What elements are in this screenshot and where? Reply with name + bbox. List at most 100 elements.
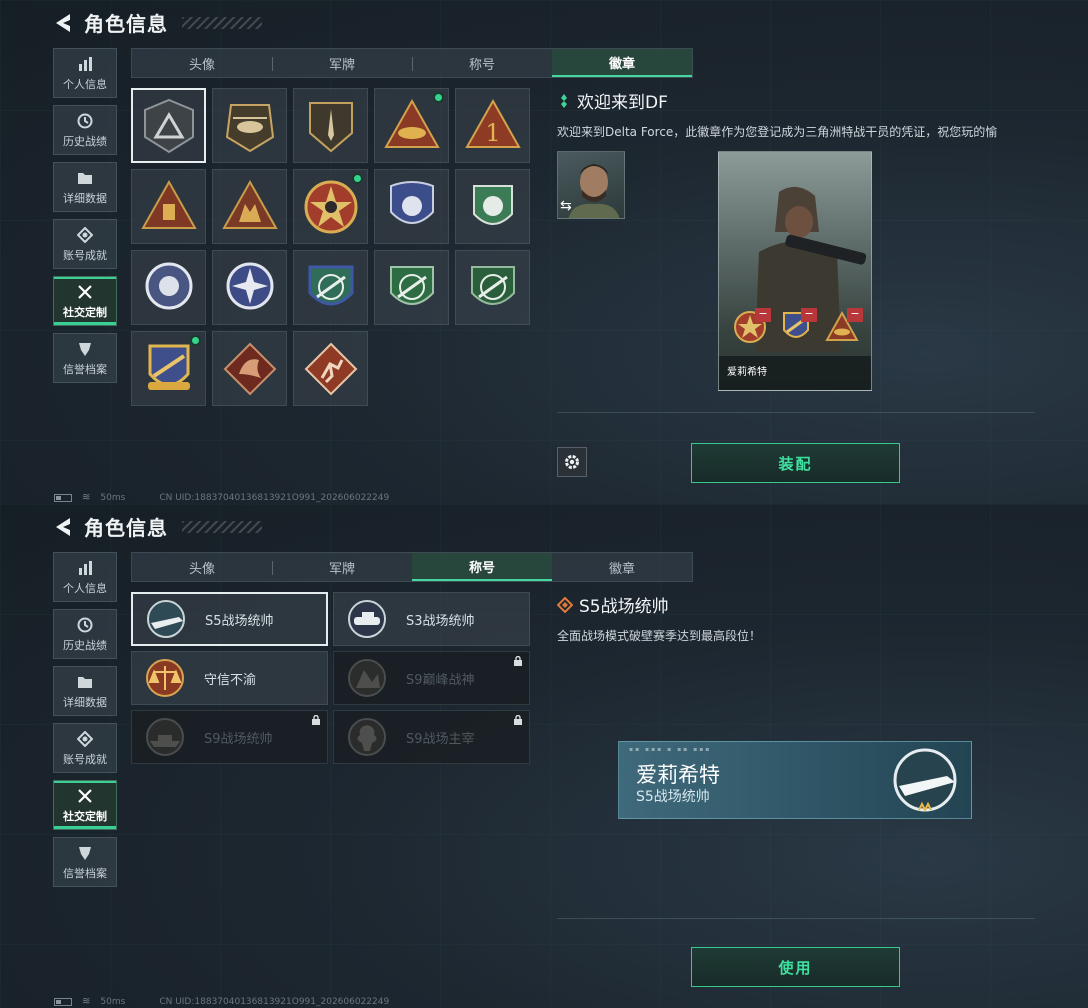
- divider: [557, 918, 1035, 919]
- status-bar: ≋ 50ms CN UID:18837040136813921O991_2026…: [54, 492, 389, 503]
- equipped-badge-slot[interactable]: −: [825, 308, 863, 344]
- tank-emblem-icon: [342, 597, 392, 641]
- sidebar-item-social[interactable]: 社交定制: [53, 780, 117, 830]
- title-item-locked[interactable]: S9战场统帅: [131, 710, 328, 764]
- remove-badge-button[interactable]: −: [847, 308, 863, 322]
- tools-icon: [76, 787, 94, 805]
- tab-badge[interactable]: 徽章: [552, 553, 692, 581]
- sidebar-item-profile[interactable]: 个人信息: [53, 552, 117, 602]
- clock-icon: [76, 112, 94, 130]
- badge-panel: 角色信息 个人信息 历史战绩 详细数据 账号成就 社交定制 信誉档案 头像 军牌…: [0, 0, 1088, 504]
- warship-emblem-icon: [140, 715, 190, 759]
- folder-icon: [76, 169, 94, 187]
- badge-grid: 1: [131, 88, 530, 406]
- badge-cell[interactable]: [131, 169, 206, 244]
- title-label: S9战场统帅: [204, 731, 273, 747]
- badge-cell[interactable]: 1: [455, 88, 530, 163]
- sidebar-item-details[interactable]: 详细数据: [53, 666, 117, 716]
- achievement-icon: [76, 730, 94, 748]
- tab-title[interactable]: 称号: [412, 49, 552, 77]
- title-item[interactable]: 守信不渝: [131, 651, 328, 705]
- equipped-badge-slot[interactable]: −: [733, 308, 771, 344]
- detail-title: S5战场统帅: [557, 592, 1035, 617]
- remove-badge-button[interactable]: −: [755, 308, 771, 322]
- title-item-locked[interactable]: S9战场主宰: [333, 710, 530, 764]
- tab-bar: 头像 军牌 称号 徽章: [131, 48, 693, 78]
- badge-cell[interactable]: [293, 331, 368, 406]
- badge-cell[interactable]: [293, 169, 368, 244]
- sidebar-item-achievements[interactable]: 账号成就: [53, 219, 117, 269]
- title-name: S5战场统帅: [579, 597, 669, 617]
- folder-icon: [76, 673, 94, 691]
- badge-cell[interactable]: [374, 250, 449, 325]
- title-item[interactable]: S3战场统帅: [333, 592, 530, 646]
- badge-cell[interactable]: [212, 88, 287, 163]
- badge-cell[interactable]: [131, 331, 206, 406]
- white-wreath-badge-icon: [145, 262, 192, 309]
- speedboat-emblem-icon: [141, 597, 191, 641]
- crosshair-rifle-green-badge-icon: [389, 265, 434, 305]
- preview-title: S5战场统帅: [636, 789, 710, 805]
- title-item[interactable]: S5战场统帅: [131, 592, 328, 646]
- back-arrow-icon[interactable]: [52, 11, 74, 35]
- badge-cell[interactable]: [212, 169, 287, 244]
- tab-dogtag[interactable]: 军牌: [272, 49, 412, 77]
- badge-cell[interactable]: [131, 88, 206, 163]
- title-decoration: [182, 16, 262, 29]
- tab-avatar[interactable]: 头像: [132, 49, 272, 77]
- lock-icon: [312, 715, 320, 725]
- title-preview-card: ▪▪ ▪▪▪ ▪ ▪▪ ▪▪▪ 爱莉希特 S5战场统帅: [618, 741, 972, 819]
- swap-icon[interactable]: ⇆: [560, 198, 572, 214]
- svg-text:1: 1: [485, 119, 500, 147]
- badge-name: 欢迎来到DF: [577, 93, 668, 113]
- uid-text: CN UID:18837040136813921O991_20260602224…: [159, 492, 390, 503]
- equipped-badges: − − −: [733, 308, 863, 344]
- sidebar-item-social[interactable]: 社交定制: [53, 276, 117, 326]
- sidebar-item-label: 详细数据: [63, 191, 107, 205]
- back-arrow-icon[interactable]: [52, 515, 74, 539]
- badge-cell[interactable]: [293, 88, 368, 163]
- sidebar-item-history[interactable]: 历史战绩: [53, 609, 117, 659]
- badge-cell[interactable]: [374, 169, 449, 244]
- crosshair-rifle-blue-badge-icon: [308, 265, 353, 305]
- tab-badge[interactable]: 徽章: [552, 49, 692, 77]
- explosion-emblem-icon: [342, 715, 392, 759]
- sidebar-item-credit[interactable]: 信誉档案: [53, 333, 117, 383]
- tab-dogtag[interactable]: 军牌: [272, 553, 412, 581]
- bar-chart-icon: [76, 55, 94, 73]
- badge-cell[interactable]: [293, 250, 368, 325]
- settings-button[interactable]: [557, 447, 587, 477]
- tab-title[interactable]: 称号: [412, 553, 552, 581]
- dagger-badge-icon: [308, 101, 353, 152]
- badge-cell[interactable]: [455, 169, 530, 244]
- title-description: 全面战场模式破壁赛季达到最高段位！: [557, 629, 762, 643]
- sidebar-item-label: 社交定制: [63, 305, 107, 319]
- tools-icon: [76, 283, 94, 301]
- operator-card: − − − 爱莉希特: [718, 151, 872, 391]
- sidebar-item-history[interactable]: 历史战绩: [53, 105, 117, 155]
- badge-cell[interactable]: [212, 331, 287, 406]
- badge-cell[interactable]: [374, 88, 449, 163]
- sidebar-item-achievements[interactable]: 账号成就: [53, 723, 117, 773]
- dragon-badge-icon: [223, 342, 276, 395]
- badge-cell[interactable]: [455, 250, 530, 325]
- use-button[interactable]: 使用: [691, 947, 900, 987]
- gear-icon: [565, 455, 579, 469]
- bar-chart-icon: [76, 559, 94, 577]
- badge-cell[interactable]: [131, 250, 206, 325]
- sidebar-item-profile[interactable]: 个人信息: [53, 48, 117, 98]
- equip-button[interactable]: 装配: [691, 443, 900, 483]
- sidebar-item-credit[interactable]: 信誉档案: [53, 837, 117, 887]
- title-item-locked[interactable]: S9巅峰战神: [333, 651, 530, 705]
- title-label: S9战场主宰: [406, 731, 475, 747]
- equipped-badge-slot[interactable]: −: [779, 308, 817, 344]
- badge-description: 欢迎来到Delta Force，此徽章作为您登记成为三角洲特战干员的凭证，祝您玩…: [557, 125, 998, 139]
- battery-icon: [54, 493, 72, 502]
- delta-shield-badge-icon: [143, 98, 194, 153]
- badge-cell[interactable]: [212, 250, 287, 325]
- sidebar-item-details[interactable]: 详细数据: [53, 162, 117, 212]
- wifi-icon: ≋: [82, 492, 91, 503]
- title-label: 守信不渝: [204, 672, 257, 688]
- remove-badge-button[interactable]: −: [801, 308, 817, 322]
- tab-avatar[interactable]: 头像: [132, 553, 272, 581]
